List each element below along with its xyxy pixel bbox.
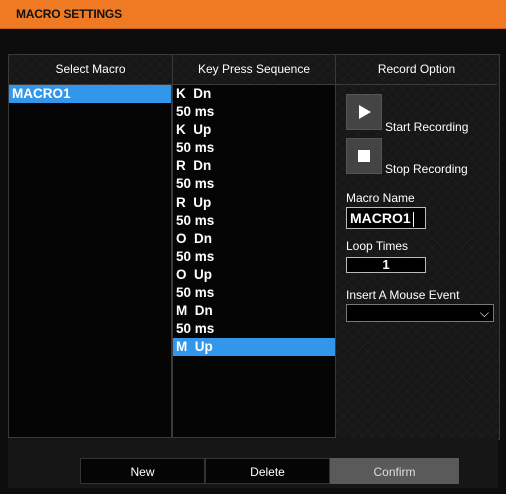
text-cursor: [412, 211, 414, 227]
sequence-list-item[interactable]: M Up: [173, 338, 335, 357]
sequence-list-item[interactable]: O Up: [173, 266, 335, 284]
new-button[interactable]: New: [80, 458, 205, 484]
title-bar: MACRO SETTINGS: [0, 0, 506, 29]
sequence-list-item[interactable]: R Up: [173, 194, 335, 212]
loop-times-input[interactable]: 1: [346, 257, 426, 273]
sequence-list-item[interactable]: M Dn: [173, 302, 335, 320]
sequence-list-item[interactable]: 50 ms: [173, 248, 335, 266]
mouse-event-select[interactable]: ⌵: [346, 304, 494, 322]
sequence-list-item[interactable]: R Dn: [173, 157, 335, 175]
sequence-list-item[interactable]: 50 ms: [173, 175, 335, 193]
delete-button[interactable]: Delete: [205, 458, 330, 484]
sequence-list-item[interactable]: 50 ms: [173, 103, 335, 121]
sequence-list-item[interactable]: 50 ms: [173, 320, 335, 338]
sequence-list-item[interactable]: K Dn: [173, 85, 335, 103]
select-macro-header: Select Macro: [9, 54, 173, 85]
loop-times-label: Loop Times: [346, 239, 409, 253]
stop-recording-button[interactable]: [346, 138, 382, 174]
macro-list-item[interactable]: MACRO1: [9, 85, 171, 104]
sequence-list-item[interactable]: 50 ms: [173, 284, 335, 302]
macro-list[interactable]: MACRO1: [9, 84, 172, 438]
start-recording-button[interactable]: [346, 94, 382, 130]
mouse-event-label: Insert A Mouse Event: [346, 288, 460, 302]
key-sequence-list[interactable]: K Dn 50 ms K Up 50 ms R Dn 50 ms R Up 50 ms O Dn…: [172, 84, 336, 438]
sequence-list-item[interactable]: 50 ms: [173, 212, 335, 230]
macro-name-input[interactable]: MACRO1: [346, 207, 426, 229]
confirm-button[interactable]: Confirm: [330, 458, 459, 484]
macro-name-label: Macro Name: [346, 191, 415, 205]
chevron-down-icon: ⌵: [479, 306, 489, 320]
record-option-header: Record Option: [336, 54, 497, 85]
sequence-list-item[interactable]: K Up: [173, 121, 335, 139]
sequence-list-item[interactable]: O Dn: [173, 230, 335, 248]
window-title: MACRO SETTINGS: [16, 7, 122, 21]
sequence-list-item[interactable]: 50 ms: [173, 139, 335, 157]
start-recording-label: Start Recording: [385, 120, 469, 134]
stop-icon: [358, 150, 370, 162]
key-press-sequence-header: Key Press Sequence: [173, 54, 336, 85]
play-icon: [359, 105, 371, 119]
stop-recording-label: Stop Recording: [385, 162, 468, 176]
